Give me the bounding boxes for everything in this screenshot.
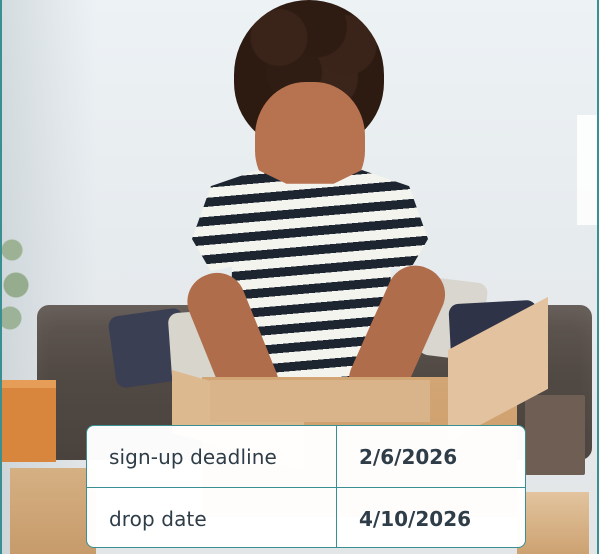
- side-table: [525, 395, 585, 475]
- side-table: [2, 380, 56, 462]
- signup-deadline-label: sign-up deadline: [87, 426, 337, 487]
- info-row-signup-deadline: sign-up deadline 2/6/2026: [87, 426, 525, 487]
- drop-date-value: 4/10/2026: [359, 506, 472, 531]
- box-flap: [210, 380, 430, 422]
- info-row-drop-date: drop date 4/10/2026: [87, 487, 525, 547]
- shipping-box: [517, 492, 589, 554]
- drop-date-label: drop date: [87, 488, 337, 547]
- person: [172, 0, 462, 421]
- plant: [2, 220, 42, 400]
- date-info-card: sign-up deadline 2/6/2026 drop date 4/10…: [86, 425, 526, 548]
- shipping-box: [10, 468, 96, 554]
- signup-deadline-value: 2/6/2026: [359, 444, 458, 469]
- window-light: [577, 115, 597, 225]
- promo-panel: sign-up deadline 2/6/2026 drop date 4/10…: [0, 0, 599, 554]
